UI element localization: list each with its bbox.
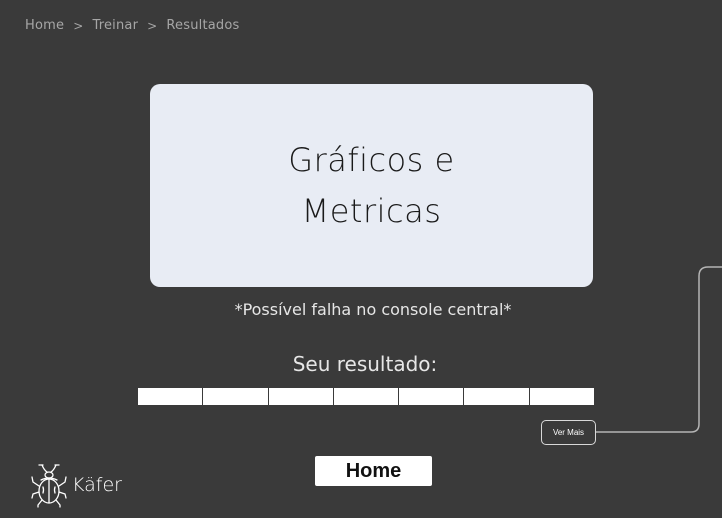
logo-text: Käfer bbox=[72, 474, 122, 496]
result-segment bbox=[464, 388, 529, 405]
result-segment bbox=[203, 388, 268, 405]
breadcrumb-separator-icon: > bbox=[73, 18, 84, 33]
result-segment bbox=[399, 388, 464, 405]
breadcrumb-resultados[interactable]: Resultados bbox=[166, 18, 239, 33]
breadcrumb: Home > Treinar > Resultados bbox=[25, 18, 240, 33]
card-title: Gráficos e Metricas bbox=[242, 135, 502, 237]
result-bar bbox=[138, 388, 594, 405]
breadcrumb-separator-icon: > bbox=[147, 18, 158, 33]
beetle-icon bbox=[31, 464, 67, 508]
card-title-line-1: Gráficos e bbox=[288, 140, 455, 179]
card-title-line-2: Metricas bbox=[301, 191, 442, 230]
kafer-logo: Käfer bbox=[30, 462, 122, 508]
ver-mais-button[interactable]: Ver Mais bbox=[541, 420, 596, 445]
breadcrumb-home[interactable]: Home bbox=[25, 18, 64, 33]
result-segment bbox=[138, 388, 203, 405]
charts-metrics-card: Gráficos e Metricas bbox=[150, 84, 593, 287]
home-button[interactable]: Home bbox=[315, 456, 432, 486]
connector-line bbox=[596, 266, 722, 433]
result-segment bbox=[529, 388, 594, 405]
result-segment bbox=[333, 388, 399, 405]
results-page: Home > Treinar > Resultados Gráficos e M… bbox=[0, 0, 722, 518]
result-segment bbox=[268, 388, 333, 405]
breadcrumb-treinar[interactable]: Treinar bbox=[92, 18, 138, 33]
